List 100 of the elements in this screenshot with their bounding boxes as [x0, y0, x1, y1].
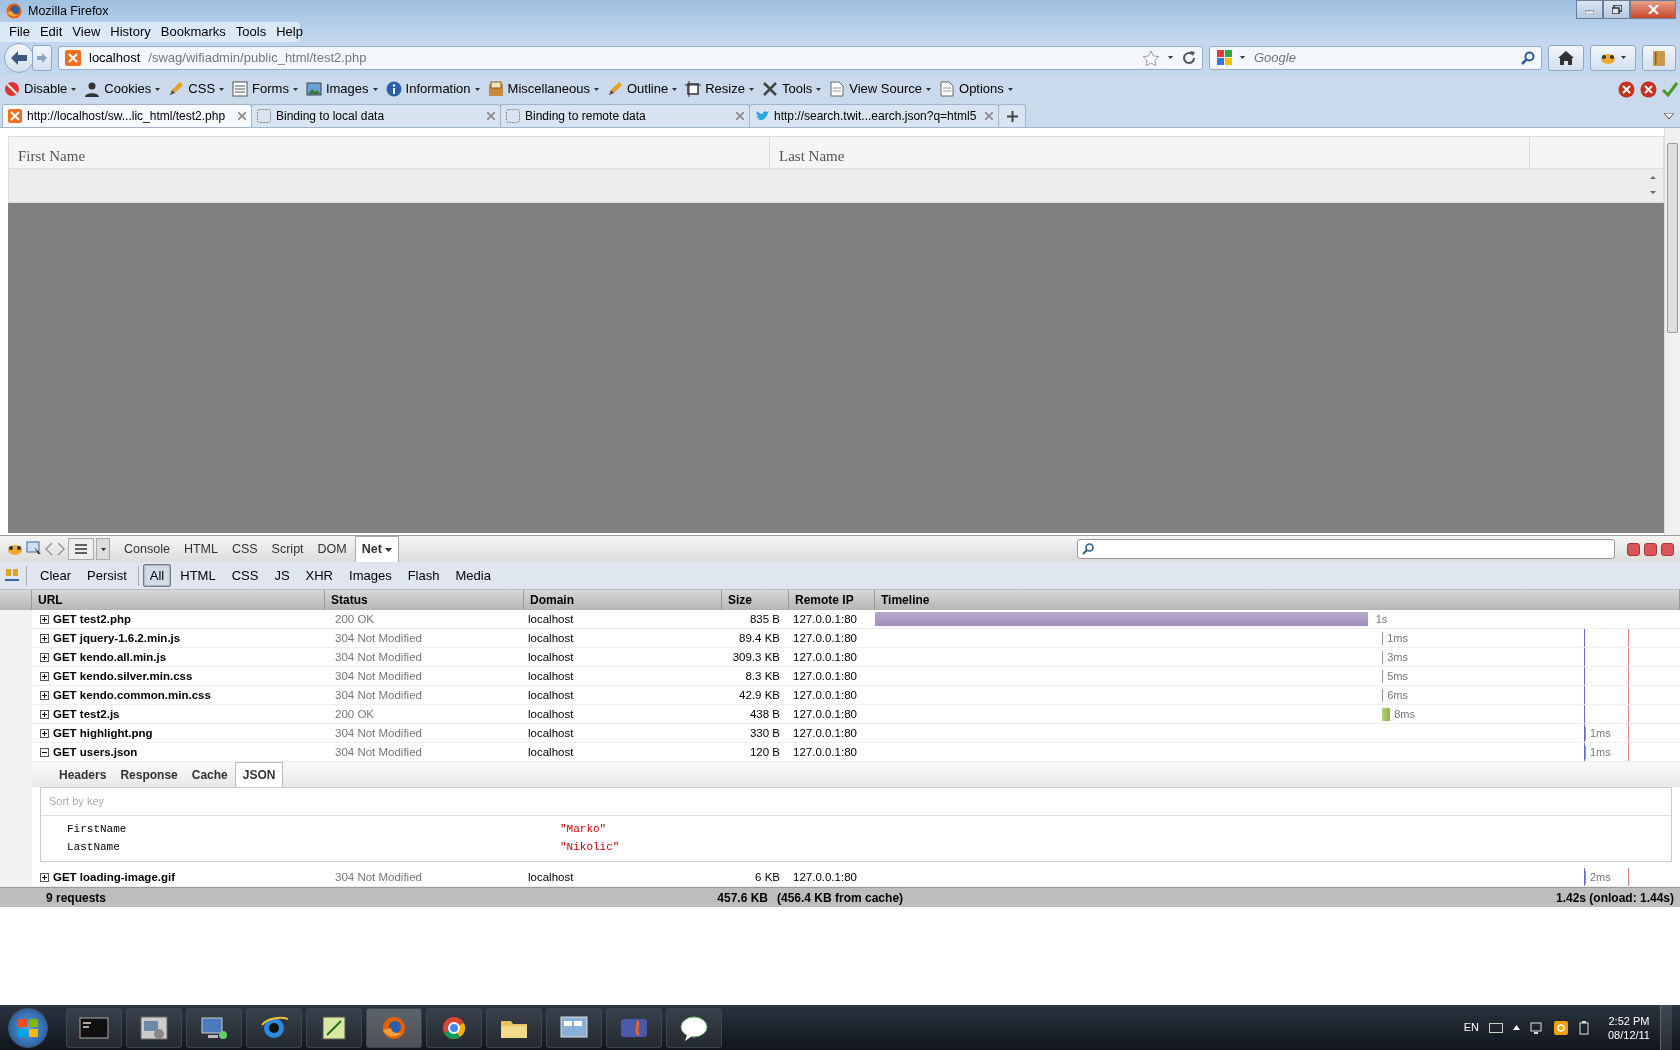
dropdown-caret-icon[interactable] — [1168, 56, 1174, 60]
toolbar-menu-button[interactable]: Outline — [604, 78, 684, 100]
back-button[interactable] — [4, 43, 34, 73]
taskbar-app-button[interactable] — [426, 1007, 482, 1048]
home-button[interactable] — [1548, 45, 1584, 71]
panel-tab[interactable]: Console — [118, 537, 176, 561]
filter-button[interactable]: Flash — [400, 563, 447, 588]
new-tab-button[interactable] — [998, 104, 1026, 127]
language-indicator[interactable]: EN — [1463, 1019, 1479, 1036]
column-header[interactable]: Size — [722, 590, 789, 610]
close-panel-button[interactable] — [1661, 542, 1674, 556]
start-button[interactable] — [8, 1007, 48, 1048]
expand-icon[interactable] — [40, 690, 49, 700]
expand-icon[interactable] — [40, 872, 49, 882]
maximize-button[interactable] — [1603, 0, 1630, 19]
toolbar-menu-button[interactable]: Forms — [230, 78, 304, 100]
tab-list-caret-icon[interactable] — [1664, 113, 1674, 119]
taskbar-app-button[interactable] — [666, 1007, 722, 1048]
firebug-bug-icon[interactable] — [6, 542, 24, 556]
column-header[interactable]: Domain — [524, 590, 722, 610]
request-url[interactable]: GET kendo.silver.min.css — [53, 667, 193, 685]
expand-icon[interactable] — [40, 633, 49, 643]
firebug-button[interactable] — [1590, 45, 1636, 71]
request-url[interactable]: GET loading-image.gif — [53, 868, 176, 886]
taskbar-app-button[interactable] — [486, 1007, 542, 1048]
menu-item[interactable]: Help — [271, 22, 308, 42]
reload-icon[interactable] — [1182, 51, 1196, 65]
browser-tab[interactable]: Binding to remote data — [500, 104, 750, 127]
menu-item[interactable]: Tools — [230, 22, 272, 42]
tab-close-icon[interactable] — [238, 112, 246, 120]
column-header[interactable]: Status — [325, 590, 524, 610]
scrollbar[interactable] — [1664, 128, 1680, 535]
toolbar-menu-button[interactable]: Disable — [2, 78, 83, 100]
menu-item[interactable]: View — [67, 22, 106, 42]
taskbar-app-button[interactable] — [546, 1007, 602, 1048]
taskbar-app-button[interactable] — [366, 1007, 422, 1048]
toolbar-menu-button[interactable]: Cookies — [82, 78, 167, 100]
inspect-icon[interactable] — [26, 541, 42, 557]
show-desktop-button[interactable] — [1660, 1005, 1672, 1050]
toolbar-menu-button[interactable]: CSS — [166, 78, 231, 100]
toolbar-menu-button[interactable]: Tools — [759, 78, 828, 100]
search-input[interactable]: Google — [1252, 47, 1515, 69]
detail-tab[interactable]: Cache — [184, 763, 235, 787]
minimize-button[interactable] — [1576, 0, 1603, 19]
address-field[interactable]: localhost /swag/wifiadmin/public_html/test2.php — [58, 46, 1203, 70]
menu-item[interactable]: File — [4, 22, 35, 42]
tab-close-icon[interactable] — [736, 112, 744, 120]
filter-button[interactable]: XHR — [298, 563, 340, 588]
toolbar-button[interactable]: Clear — [33, 563, 79, 588]
star-icon[interactable] — [1142, 49, 1160, 67]
power-icon[interactable] — [1578, 1020, 1590, 1035]
taskbar-app-button[interactable] — [246, 1007, 302, 1048]
close-button[interactable] — [1630, 0, 1676, 19]
toolbar-menu-button[interactable]: View Source — [827, 78, 938, 100]
menu-item[interactable]: Edit — [34, 22, 68, 42]
dropdown-caret-icon[interactable] — [1240, 56, 1246, 60]
filter-button[interactable]: HTML — [173, 563, 223, 588]
taskbar-app-button[interactable] — [126, 1007, 182, 1048]
toolbar-menu-button[interactable]: Resize — [683, 78, 760, 100]
panel-tab[interactable]: Net — [354, 536, 400, 562]
menu-button[interactable] — [68, 538, 94, 560]
tab-close-icon[interactable] — [985, 112, 993, 120]
expand-icon[interactable] — [40, 652, 49, 662]
network-icon[interactable] — [1530, 1020, 1544, 1035]
menu-item[interactable]: Bookmarks — [155, 22, 231, 42]
firebug-search-field[interactable] — [1077, 539, 1615, 559]
request-url[interactable]: GET users.json — [53, 743, 138, 761]
panel-tab[interactable]: DOM — [311, 537, 353, 561]
browser-tab[interactable]: http://search.twit...earch.json?q=html5 — [749, 104, 999, 127]
column-header[interactable]: Remote IP — [789, 590, 875, 610]
browser-tab[interactable]: Binding to local data — [251, 104, 501, 127]
clock-date[interactable]: 08/12/11 — [1608, 1027, 1650, 1042]
filter-button[interactable]: JS — [267, 563, 297, 588]
collapse-icon[interactable] — [40, 747, 49, 757]
xhr-icon[interactable] — [4, 567, 20, 584]
request-url[interactable]: GET kendo.common.min.css — [53, 686, 211, 704]
clock-time[interactable]: 2:52 PM — [1608, 1013, 1650, 1028]
request-url[interactable]: GET kendo.all.min.js — [53, 648, 167, 666]
detail-tab[interactable]: Response — [113, 763, 185, 787]
minimize-panel-button[interactable] — [1627, 542, 1640, 556]
taskbar-app-button[interactable] — [306, 1007, 362, 1048]
column-header[interactable]: URL — [32, 590, 325, 610]
column-header[interactable]: Timeline — [875, 590, 1680, 610]
dropdown-button[interactable] — [96, 538, 110, 560]
filter-button[interactable]: Images — [342, 563, 399, 588]
toolbar-menu-button[interactable]: Images — [303, 78, 384, 100]
request-url[interactable]: GET jquery-1.6.2.min.js — [53, 629, 181, 647]
detail-tab[interactable]: Headers — [52, 763, 114, 787]
toolbar-menu-button[interactable]: Information — [383, 78, 486, 100]
detach-panel-button[interactable] — [1644, 542, 1657, 556]
keyboard-icon[interactable] — [1489, 1022, 1503, 1033]
search-field[interactable]: Google — [1209, 46, 1542, 70]
filter-button[interactable]: Media — [448, 563, 498, 588]
detail-tab[interactable]: JSON — [234, 762, 284, 787]
request-url[interactable]: GET highlight.png — [53, 724, 153, 742]
search-icon[interactable] — [1521, 51, 1535, 65]
notification-icon[interactable] — [1554, 1020, 1568, 1035]
toolbar-button[interactable]: Persist — [80, 563, 134, 588]
expand-icon[interactable] — [40, 671, 49, 681]
filter-button[interactable]: All — [142, 563, 172, 588]
